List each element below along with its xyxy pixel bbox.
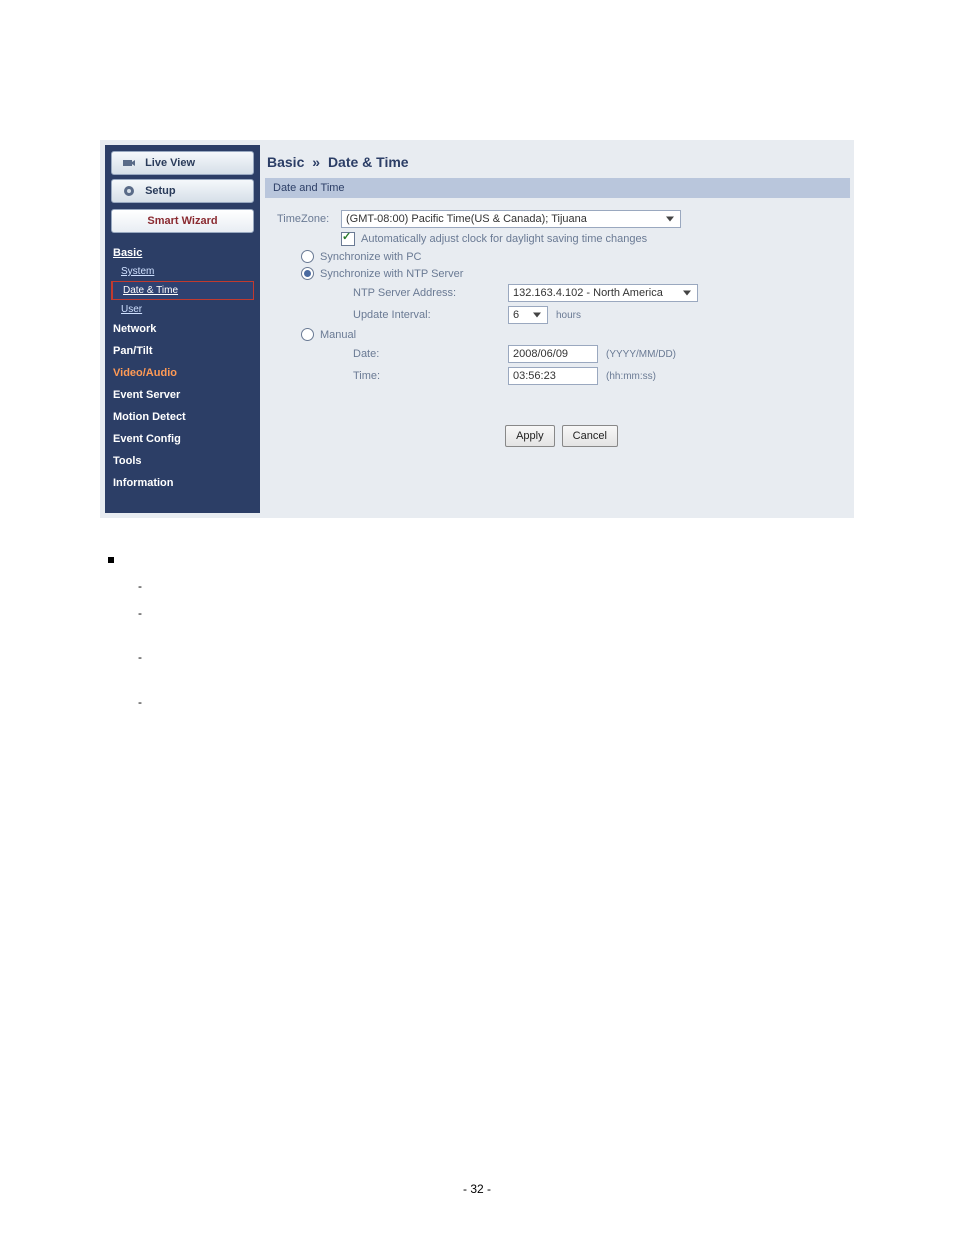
p2-lead: Synchronize with PC: xyxy=(150,605,273,619)
nav-motion-detect[interactable]: Motion Detect xyxy=(105,406,260,428)
dash-icon: - xyxy=(138,577,144,595)
manual-label: Manual xyxy=(320,329,356,341)
timezone-value: (GMT-08:00) Pacific Time(US & Canada); T… xyxy=(346,213,587,225)
sync-pc-radio[interactable] xyxy=(301,250,314,263)
p4-lead: Manual: xyxy=(150,694,195,708)
nav-information[interactable]: Information xyxy=(105,472,260,494)
doc-heading: Date & Time xyxy=(122,552,191,566)
nav-date-time[interactable]: Date & Time xyxy=(111,281,254,300)
apply-button[interactable]: Apply xyxy=(505,425,555,447)
dash-icon: - xyxy=(138,693,144,711)
doc-text: Date & Time -TimeZone: Select the proper… xyxy=(108,542,848,719)
update-interval-unit: hours xyxy=(556,310,581,321)
manual-radio[interactable] xyxy=(301,328,314,341)
breadcrumb-b: Date & Time xyxy=(328,154,409,170)
date-value: 2008/06/09 xyxy=(513,348,568,360)
nav-event-server[interactable]: Event Server xyxy=(105,384,260,406)
sidebar: Live View Setup Smart Wizard Basic Syste… xyxy=(105,145,260,513)
breadcrumb: Basic » Date & Time xyxy=(265,146,850,178)
section-title: Date and Time xyxy=(265,178,850,198)
page-number: - 32 - xyxy=(463,1182,491,1196)
nav-network[interactable]: Network xyxy=(105,318,260,340)
time-label: Time: xyxy=(353,370,508,382)
dash-icon: - xyxy=(138,648,144,666)
date-label: Date: xyxy=(353,348,508,360)
nav-pan-tilt[interactable]: Pan/Tilt xyxy=(105,340,260,362)
content-area: Basic » Date & Time Date and Time TimeZo… xyxy=(265,146,850,514)
update-interval-select[interactable]: 6 xyxy=(508,306,548,324)
time-input[interactable]: 03:56:23 xyxy=(508,367,598,385)
nav-video-audio[interactable]: Video/Audio xyxy=(105,362,260,384)
date-input[interactable]: 2008/06/09 xyxy=(508,345,598,363)
dash-icon: - xyxy=(138,604,144,622)
date-hint: (YYYY/MM/DD) xyxy=(606,349,676,360)
sync-ntp-radio[interactable] xyxy=(301,267,314,280)
sync-pc-label: Synchronize with PC xyxy=(320,251,422,263)
dst-checkbox[interactable] xyxy=(341,232,355,246)
date-time-form: TimeZone: (GMT-08:00) Pacific Time(US & … xyxy=(265,198,850,451)
config-screenshot: Live View Setup Smart Wizard Basic Syste… xyxy=(100,140,854,518)
nav-event-config[interactable]: Event Config xyxy=(105,428,260,450)
live-view-label: Live View xyxy=(145,157,195,169)
cancel-button[interactable]: Cancel xyxy=(562,425,618,447)
smart-wizard-button[interactable]: Smart Wizard xyxy=(111,209,254,233)
timezone-select[interactable]: (GMT-08:00) Pacific Time(US & Canada); T… xyxy=(341,210,681,228)
nav-user[interactable]: User xyxy=(105,301,260,318)
ntp-addr-value: 132.163.4.102 - North America xyxy=(513,287,663,299)
live-view-button[interactable]: Live View xyxy=(111,151,254,175)
update-interval-label: Update Interval: xyxy=(353,309,508,321)
setup-label: Setup xyxy=(145,185,176,197)
gear-icon xyxy=(122,184,136,198)
p3-lead: Synchronize with NTP Server: xyxy=(150,650,321,664)
nav-system[interactable]: System xyxy=(105,263,260,280)
breadcrumb-sep: » xyxy=(312,154,320,170)
update-interval-value: 6 xyxy=(513,309,519,321)
p1-rest: Select the proper time zone for the regi… xyxy=(210,578,573,592)
nav-tools[interactable]: Tools xyxy=(105,450,260,472)
ntp-addr-select[interactable]: 132.163.4.102 - North America xyxy=(508,284,698,302)
setup-button[interactable]: Setup xyxy=(111,179,254,203)
timezone-label: TimeZone: xyxy=(277,213,341,225)
p1-lead: TimeZone: xyxy=(150,578,210,592)
ntp-addr-label: NTP Server Address: xyxy=(353,287,508,299)
camera-icon xyxy=(122,156,136,170)
breadcrumb-a: Basic xyxy=(267,154,304,170)
p4-rest: Select this option to set the date and t… xyxy=(195,694,472,708)
sync-ntp-label: Synchronize with NTP Server xyxy=(320,268,463,280)
time-hint: (hh:mm:ss) xyxy=(606,371,656,382)
smart-wizard-label: Smart Wizard xyxy=(147,215,217,227)
bullet-square-icon xyxy=(108,557,114,563)
nav-basic[interactable]: Basic xyxy=(105,241,260,263)
page-footer: - 32 - xyxy=(0,1182,954,1196)
dst-checkbox-label: Automatically adjust clock for daylight … xyxy=(361,233,647,245)
time-value: 03:56:23 xyxy=(513,370,556,382)
